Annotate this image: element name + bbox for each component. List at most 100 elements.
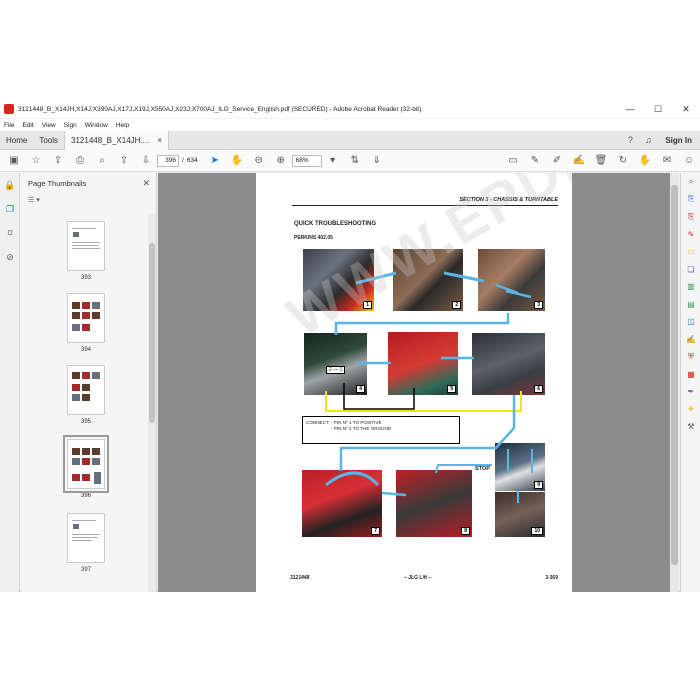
read-aloud-icon[interactable]: ✋	[634, 150, 656, 172]
thumbnail-page[interactable]: 394	[66, 293, 106, 353]
upload-icon[interactable]: ⇪	[47, 150, 69, 172]
lock-icon[interactable]: 🔒	[0, 173, 20, 197]
document-viewport[interactable]: SECTION 3 - CHASSIS & TURNTABLE QUICK TR…	[158, 173, 679, 592]
thumbnail-page-number: 395	[80, 419, 91, 425]
thumbnail-image	[67, 365, 105, 415]
organize-pages-icon[interactable]: ▥	[681, 278, 700, 296]
select-cursor-icon[interactable]: ➤	[204, 150, 226, 172]
title-bar: 3121448_B_X14JH,X14J,X390AJ,X17J,X19J,X5…	[0, 100, 700, 118]
account-icon[interactable]: ☺	[678, 150, 700, 172]
close-panel-icon[interactable]: ✕	[142, 178, 150, 189]
thumbnails-scrollbar[interactable]	[148, 213, 156, 592]
blue-arrow	[339, 395, 516, 471]
export-pdf-icon[interactable]: ⎘	[681, 191, 700, 209]
share-icon[interactable]: ✉	[656, 150, 678, 172]
total-pages: 634	[186, 157, 198, 164]
combine-files-icon[interactable]: ❏	[681, 261, 700, 279]
edit-pdf-icon[interactable]: ✎	[681, 226, 700, 244]
tab-close-icon[interactable]: ×	[157, 136, 162, 145]
thumbnail-page[interactable]: 395	[66, 365, 106, 425]
tab-bar: Home Tools 3121448_B_X14JH.... × ? ♫ Sig…	[0, 130, 700, 150]
chevron-down-icon: ▾	[36, 197, 40, 204]
rotate-icon[interactable]: ↻	[612, 150, 634, 172]
enhance-scan-icon[interactable]: ◫	[681, 313, 700, 331]
blue-arrow	[505, 289, 532, 299]
page-number-input[interactable]: 396	[157, 154, 179, 167]
attachments-icon[interactable]: ⊘	[0, 245, 20, 269]
thumbnail-image	[67, 513, 105, 563]
acrobat-app-icon	[4, 104, 14, 114]
zoom-in-icon[interactable]: ⊕	[270, 150, 292, 172]
thumbnail-page[interactable]: 397	[66, 513, 106, 573]
zoom-search-icon[interactable]: ⌕	[681, 173, 700, 191]
request-signature-icon[interactable]: ✒	[681, 383, 700, 401]
maximize-button[interactable]: ☐	[644, 100, 672, 118]
thumbnail-options-button[interactable]: ☰ ▾	[21, 193, 156, 207]
tab-home[interactable]: Home	[0, 131, 33, 150]
stamp-icon[interactable]: ⎈	[681, 401, 700, 419]
thumbnail-options-icon: ☰	[28, 197, 35, 204]
save-icon[interactable]: ▣	[3, 150, 25, 172]
tab-tools[interactable]: Tools	[33, 131, 64, 150]
search-icon[interactable]: ⌕	[91, 150, 113, 172]
highlight-icon[interactable]: ✎	[524, 150, 546, 172]
print-icon[interactable]: ⎙	[69, 150, 91, 172]
page-fit-icon[interactable]: ⇅	[344, 150, 366, 172]
thumbnail-image	[63, 435, 109, 493]
thumbnail-page-number: 393	[80, 275, 91, 281]
bookmark-star-icon[interactable]: ☆	[25, 150, 47, 172]
scrollbar-thumb[interactable]	[671, 185, 678, 565]
menu-sign[interactable]: Sign	[64, 122, 77, 129]
thumbnails-header: Page Thumbnails ✕	[21, 173, 156, 193]
sign-icon[interactable]: ✍	[568, 150, 590, 172]
previous-page-icon[interactable]: ⇧	[113, 150, 135, 172]
menu-view[interactable]: View	[42, 122, 56, 129]
bookmarks-icon[interactable]: ⌑	[0, 221, 20, 245]
page-thumbnails-icon[interactable]: ❐	[0, 197, 20, 221]
left-navigation-rail: 🔒 ❐ ⌑ ⊘	[0, 173, 20, 592]
redact-icon[interactable]: ▦	[681, 366, 700, 384]
pdf-page: SECTION 3 - CHASSIS & TURNTABLE QUICK TR…	[256, 173, 572, 592]
blue-arrow	[435, 464, 492, 474]
delete-icon[interactable]: 🗑	[590, 150, 612, 172]
draw-icon[interactable]: ✐	[546, 150, 568, 172]
document-scrollbar[interactable]	[670, 173, 679, 592]
footer-brand: – JLG Lift –	[404, 575, 432, 581]
close-window-button[interactable]: ✕	[672, 100, 700, 118]
thumbnail-page[interactable]: 393	[66, 221, 106, 281]
create-pdf-icon[interactable]: ⎘	[681, 208, 700, 226]
scroll-mode-icon[interactable]: ⇓	[366, 150, 388, 172]
protect-icon[interactable]: ⛨	[681, 348, 700, 366]
thumbnail-page-number: 397	[80, 567, 91, 573]
tab-document[interactable]: 3121448_B_X14JH.... ×	[64, 130, 169, 150]
more-tools-icon[interactable]: ⚒	[681, 418, 700, 436]
menu-edit[interactable]: Edit	[22, 122, 33, 129]
menu-file[interactable]: File	[4, 122, 14, 129]
blue-arrow	[381, 491, 407, 497]
help-icon[interactable]: ?	[621, 131, 639, 150]
black-wire	[343, 383, 415, 410]
minimize-button[interactable]: —	[616, 100, 644, 118]
scan-ocr-icon[interactable]: ▤	[681, 296, 700, 314]
main-toolbar: ▣ ☆ ⇪ ⎙ ⌕ ⇧ ⇩ 396 / 634 ➤ ✋ ⊖ ⊕ 68% ▾ ⇅ …	[0, 150, 700, 172]
zoom-out-icon[interactable]: ⊖	[248, 150, 270, 172]
menu-window[interactable]: Window	[85, 122, 108, 129]
fill-sign-icon[interactable]: ✍	[681, 331, 700, 349]
comment-tool-icon[interactable]: ▭	[681, 243, 700, 261]
zoom-dropdown-icon[interactable]: ▾	[322, 150, 344, 172]
next-page-icon[interactable]: ⇩	[135, 150, 157, 172]
thumbnail-page-number: 396	[80, 493, 91, 499]
comment-icon[interactable]: ▭	[502, 150, 524, 172]
zoom-level-select[interactable]: 68%	[291, 154, 322, 167]
footer-page-number: 3-369	[545, 575, 558, 581]
footer-doc-number: 3121448	[290, 575, 310, 581]
bell-icon[interactable]: ♫	[639, 131, 657, 150]
thumbnail-page-selected[interactable]: 396	[63, 435, 109, 499]
menu-help[interactable]: Help	[116, 122, 129, 129]
rotation-arrow	[325, 471, 380, 487]
scrollbar-thumb[interactable]	[149, 243, 155, 423]
window-title: 3121448_B_X14JH,X14J,X390AJ,X17J,X19J,X5…	[18, 105, 422, 113]
hand-tool-icon[interactable]: ✋	[226, 150, 248, 172]
sign-in-button[interactable]: Sign In	[657, 136, 700, 145]
thumbnail-image	[67, 293, 105, 343]
